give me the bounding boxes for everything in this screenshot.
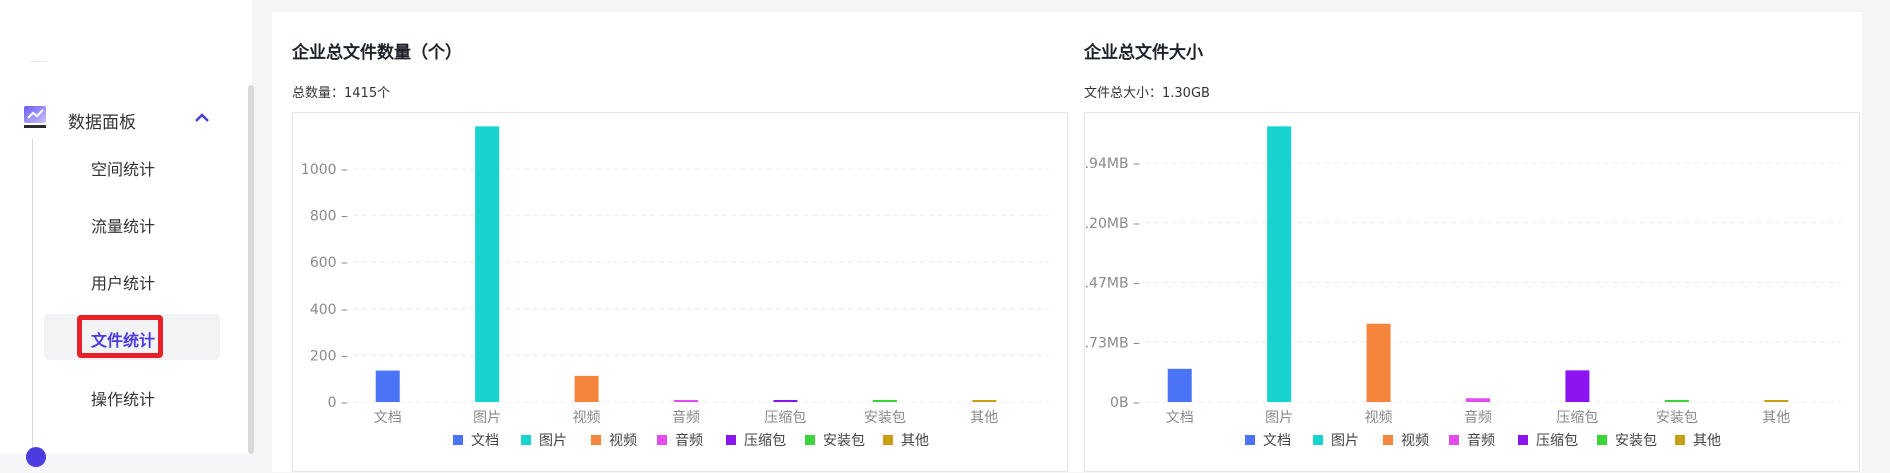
submenu-guide-line	[32, 139, 33, 454]
next-group-icon[interactable]	[26, 447, 46, 467]
bar[interactable]	[375, 370, 400, 402]
y-tick-label: 572.20MB –	[1085, 216, 1140, 232]
bar[interactable]	[1466, 398, 1490, 402]
legend-label[interactable]: 安装包	[823, 433, 865, 449]
x-tick-label: 压缩包	[1556, 410, 1598, 426]
x-tick-label: 视频	[573, 410, 601, 426]
chevron-up-icon[interactable]	[192, 108, 212, 128]
legend-label[interactable]: 音频	[1467, 432, 1495, 449]
sidebar-item-user-stats[interactable]: 用户统计	[44, 257, 220, 303]
y-tick-label: 0B –	[1110, 395, 1140, 411]
sidebar-item-label: 空间统计	[91, 160, 156, 179]
bar[interactable]	[475, 126, 500, 403]
legend-label[interactable]: 其他	[1693, 433, 1721, 449]
dashboard-chart-icon	[24, 106, 50, 128]
bar[interactable]	[1167, 368, 1192, 402]
legend-label[interactable]: 音频	[675, 432, 703, 449]
file-count-chart: 0 –200 –400 –600 –800 –1000 – 文档 图片 视频 音频 压缩包…	[292, 112, 1068, 472]
x-tick-label: 图片	[1265, 410, 1293, 426]
legend-swatch[interactable]	[1597, 435, 1607, 445]
legend-swatch[interactable]	[1313, 435, 1323, 445]
chart-svg: 0 –200 –400 –600 –800 –1000 –文档 图片 视频 音频 压缩包…	[301, 126, 1049, 449]
legend-swatch[interactable]	[1675, 435, 1685, 445]
sidebar-divider	[30, 61, 46, 62]
legend-label[interactable]: 图片	[1331, 433, 1359, 449]
legend-swatch[interactable]	[657, 435, 667, 445]
sidebar: 数据面板 空间统计 流量统计 用户统计 文件统计 操作统计	[0, 0, 254, 467]
x-tick-label: 文档	[374, 410, 402, 426]
x-tick-label: 安装包	[864, 410, 906, 426]
legend-label[interactable]: 安装包	[1615, 433, 1657, 449]
bar[interactable]	[1664, 400, 1689, 402]
sidebar-item-label: 用户统计	[91, 274, 156, 293]
panel-summary: 文件总大小：1.30GB	[1084, 86, 1210, 101]
x-tick-label: 音频	[1464, 409, 1492, 426]
y-tick-label: 200 –	[310, 348, 348, 364]
legend-label[interactable]: 文档	[1263, 433, 1291, 449]
sidebar-item-traffic-stats[interactable]: 流量统计	[44, 200, 220, 246]
x-tick-label: 文档	[1166, 410, 1194, 426]
sidebar-group-label: 数据面板	[68, 113, 136, 133]
y-tick-label: 600 –	[310, 255, 348, 271]
y-tick-label: 762.94MB –	[1085, 156, 1140, 172]
bar[interactable]	[674, 400, 698, 402]
x-tick-label: 图片	[473, 410, 501, 426]
x-tick-label: 安装包	[1656, 410, 1698, 426]
y-tick-label: 0 –	[328, 395, 348, 411]
panel-summary: 总数量：1415个	[292, 86, 391, 101]
file-size-chart: 0B – 190.73MB – 381.47MB – 572.20MB – 762.94…	[1084, 112, 1860, 472]
sidebar-scrollbar[interactable]	[248, 85, 254, 454]
y-tick-label: 381.47MB –	[1085, 276, 1140, 292]
y-tick-label: 400 –	[310, 302, 348, 318]
bar[interactable]	[574, 375, 599, 402]
x-tick-label: 音频	[672, 409, 700, 426]
legend-swatch[interactable]	[1383, 435, 1393, 445]
legend-label[interactable]: 其他	[901, 433, 929, 449]
sidebar-item-label: 操作统计	[91, 390, 156, 409]
legend-label[interactable]: 视频	[1401, 433, 1429, 449]
highlight-box	[77, 315, 163, 358]
panel-title: 企业总文件大小	[1084, 43, 1203, 63]
x-tick-label: 视频	[1365, 410, 1393, 426]
x-tick-label: 其他	[970, 410, 998, 426]
legend-label[interactable]: 压缩包	[1536, 433, 1578, 449]
legend-swatch[interactable]	[883, 435, 893, 445]
legend-swatch[interactable]	[805, 435, 815, 445]
chart-svg: 0B – 190.73MB – 381.47MB – 572.20MB – 762.94…	[1085, 126, 1841, 449]
bar[interactable]	[1764, 400, 1789, 402]
x-tick-label: 其他	[1762, 410, 1790, 426]
bar[interactable]	[1267, 126, 1292, 403]
legend-swatch[interactable]	[726, 435, 736, 445]
sidebar-item-label: 流量统计	[91, 217, 156, 236]
file-stats-card: 企业总文件数量（个） 总数量：1415个 0 – 200 – 400 – 600 – 8…	[272, 12, 1862, 472]
bar[interactable]	[972, 400, 997, 402]
legend-swatch[interactable]	[521, 435, 531, 445]
legend-swatch[interactable]	[453, 435, 463, 445]
legend-swatch[interactable]	[591, 435, 601, 445]
sidebar-group-data-panel[interactable]: 数据面板	[20, 98, 220, 138]
legend-swatch[interactable]	[1449, 435, 1459, 445]
y-tick-label: 190.73MB –	[1085, 335, 1140, 351]
panel-title: 企业总文件数量（个）	[292, 43, 462, 63]
legend-label[interactable]: 文档	[471, 433, 499, 449]
bar[interactable]	[773, 400, 798, 402]
sidebar-item-space-stats[interactable]: 空间统计	[44, 143, 220, 189]
legend-label[interactable]: 图片	[539, 433, 567, 449]
legend-swatch[interactable]	[1245, 435, 1255, 445]
y-tick-label: 800 –	[310, 209, 348, 225]
x-tick-label: 压缩包	[764, 410, 806, 426]
y-tick-label: 1000 –	[301, 162, 348, 178]
sidebar-item-operation-stats[interactable]: 操作统计	[44, 373, 220, 419]
legend-label[interactable]: 压缩包	[744, 433, 786, 449]
bar[interactable]	[872, 400, 897, 402]
bar[interactable]	[1565, 370, 1590, 402]
legend-label[interactable]: 视频	[609, 433, 637, 449]
legend-swatch[interactable]	[1518, 435, 1528, 445]
bar[interactable]	[1366, 323, 1391, 402]
